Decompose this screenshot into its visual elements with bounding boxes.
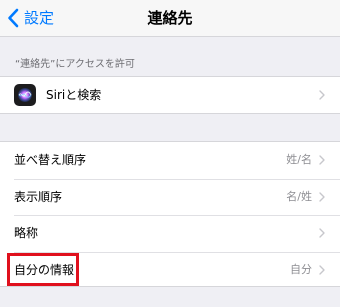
settings-group: 並べ替え順序 姓/名 表示順序 名/姓 略称 自分の情報 自分 xyxy=(0,141,340,287)
row-value: 自分 xyxy=(290,262,312,276)
row-siri-search[interactable]: Siriと検索 xyxy=(0,77,340,113)
chevron-right-icon xyxy=(319,192,325,202)
chevron-right-icon xyxy=(319,90,325,100)
chevron-right-icon xyxy=(319,265,325,275)
row-value: 姓/名 xyxy=(286,153,312,167)
section-header-access: “連絡先”にアクセスを許可 xyxy=(15,59,135,70)
row-my-info[interactable]: 自分の情報 自分 xyxy=(0,251,340,289)
row-short-name[interactable]: 略称 xyxy=(0,215,340,252)
row-label: 並べ替え順序 xyxy=(14,153,87,168)
row-label: 略称 xyxy=(14,226,39,241)
row-sort-order[interactable]: 並べ替え順序 姓/名 xyxy=(0,142,340,179)
chevron-right-icon xyxy=(319,228,325,238)
chevron-right-icon xyxy=(319,155,325,165)
row-label: Siriと検索 xyxy=(46,88,102,102)
row-display-order[interactable]: 表示順序 名/姓 xyxy=(0,178,340,216)
siri-icon xyxy=(14,84,36,106)
access-group: Siriと検索 xyxy=(0,76,340,114)
page-title: 連絡先 xyxy=(147,9,193,27)
row-value: 名/姓 xyxy=(286,189,312,203)
row-label: 表示順序 xyxy=(14,189,63,204)
contacts-settings-screen: 設定 連絡先 “連絡先”にアクセスを許可 Siriと検索 並べ替え順序 姓/名 … xyxy=(0,0,340,307)
row-label: 自分の情報 xyxy=(14,262,75,277)
navigation-bar: 設定 連絡先 xyxy=(0,0,340,37)
